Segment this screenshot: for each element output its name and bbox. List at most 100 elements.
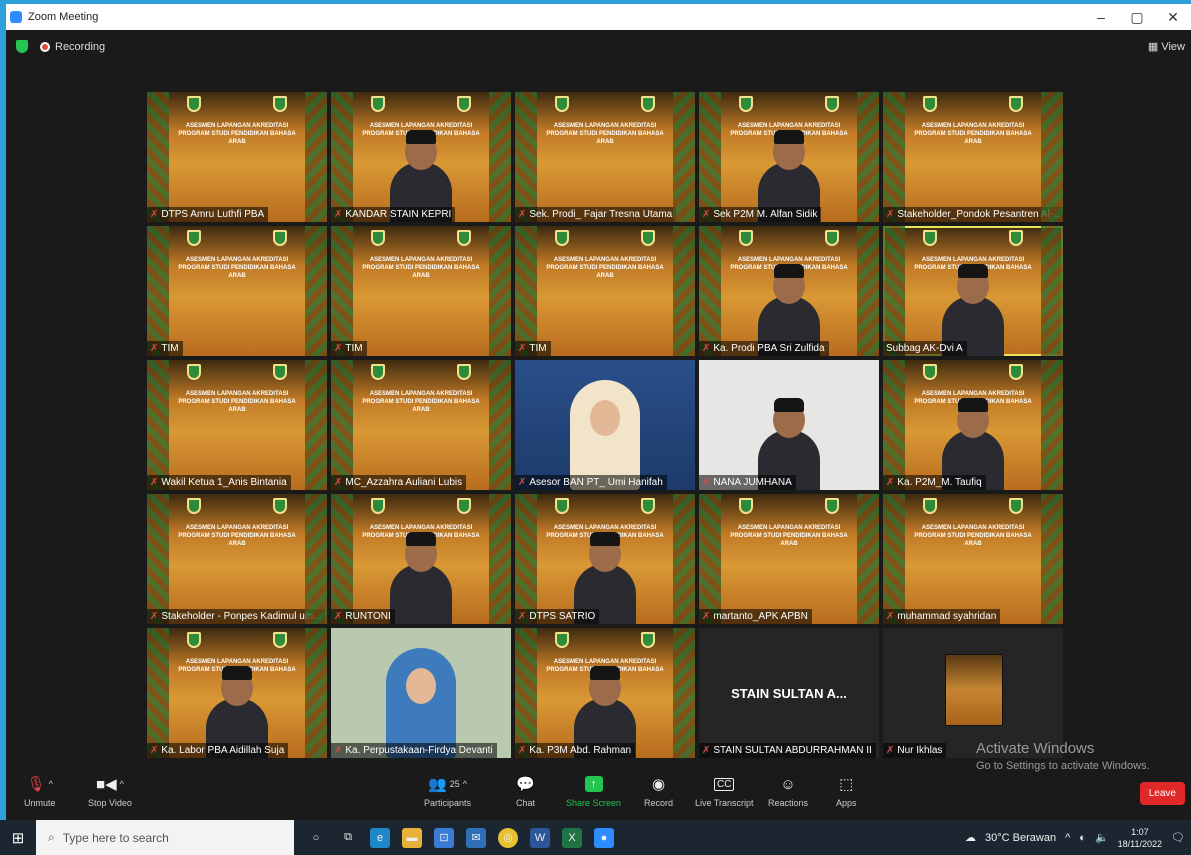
banner-logos	[371, 230, 471, 246]
mic-muted-icon: ✗	[150, 209, 159, 220]
participant-tile[interactable]: ASESMEN LAPANGAN AKREDITASI PROGRAM STUD…	[883, 226, 1063, 356]
live-transcript-button[interactable]: CC Live Transcript	[695, 774, 754, 808]
title-bar: Zoom Meeting – ▢ ✕	[6, 4, 1191, 30]
participant-tile[interactable]: ASESMEN LAPANGAN AKREDITASI PROGRAM STUD…	[883, 360, 1063, 490]
participant-tile[interactable]: ASESMEN LAPANGAN AKREDITASI PROGRAM STUD…	[883, 92, 1063, 222]
participant-label: ✗ TIM	[515, 341, 551, 356]
record-dot-icon	[40, 41, 50, 52]
file-explorer-icon[interactable]: ▬	[402, 827, 422, 848]
participant-name: RUNTONI	[345, 611, 391, 622]
windows-start-icon[interactable]: ⊞	[0, 829, 36, 847]
share-screen-icon: ↑	[584, 776, 603, 792]
window-controls: – ▢ ✕	[1083, 9, 1191, 26]
participant-label: Subbag AK-Dvi A	[883, 341, 967, 356]
institution-logo-icon	[825, 498, 839, 514]
participant-tile[interactable]: ASESMEN LAPANGAN AKREDITASI PROGRAM STUD…	[515, 494, 695, 624]
participant-tile[interactable]: ASESMEN LAPANGAN AKREDITASI PROGRAM STUD…	[883, 494, 1063, 624]
watermark-title: Activate Windows	[976, 740, 1095, 757]
video-grid: ASESMEN LAPANGAN AKREDITASI PROGRAM STUD…	[147, 92, 1063, 758]
excel-icon[interactable]: X	[562, 827, 582, 848]
participant-tile[interactable]: ✗ Ka. Perpustakaan-Firdya Devanti	[331, 628, 511, 758]
reactions-button[interactable]: ☺ Reactions	[768, 774, 809, 809]
participant-tile[interactable]: ASESMEN LAPANGAN AKREDITASI PROGRAM STUD…	[331, 360, 511, 490]
chevron-up-icon[interactable]: ^	[49, 779, 53, 789]
participant-tile[interactable]: ASESMEN LAPANGAN AKREDITASI PROGRAM STUD…	[699, 494, 879, 624]
participant-tile[interactable]: ASESMEN LAPANGAN AKREDITASI PROGRAM STUD…	[147, 360, 327, 490]
mic-muted-icon: ✗	[702, 477, 711, 488]
closed-captions-icon: CC	[714, 777, 735, 791]
banner-text: ASESMEN LAPANGAN AKREDITASI PROGRAM STUD…	[178, 123, 296, 145]
edge-icon[interactable]: e	[370, 827, 390, 848]
unmute-button[interactable]: 🎙 ^ Unmute	[24, 774, 56, 808]
participant-tile[interactable]: ASESMEN LAPANGAN AKREDITASI PROGRAM STUD…	[147, 494, 327, 624]
mic-muted-icon: ✗	[150, 611, 159, 622]
participant-tile[interactable]: ASESMEN LAPANGAN AKREDITASI PROGRAM STUD…	[699, 92, 879, 222]
zoom-taskbar-icon[interactable]: ●	[594, 827, 614, 848]
participant-tile[interactable]: ASESMEN LAPANGAN AKREDITASI PROGRAM STUD…	[515, 628, 695, 758]
participant-tile[interactable]: ASESMEN LAPANGAN AKREDITASI PROGRAM STUD…	[515, 92, 695, 222]
institution-logo-icon	[641, 96, 655, 112]
record-button[interactable]: ◉ Record	[644, 774, 673, 808]
mic-muted-icon: ✗	[334, 477, 343, 488]
chevron-up-icon[interactable]: ^	[463, 779, 467, 789]
institution-logo-icon	[825, 96, 839, 112]
chevron-up-icon[interactable]: ^	[120, 779, 124, 789]
shield-icon[interactable]	[16, 40, 28, 53]
participant-tile[interactable]: ASESMEN LAPANGAN AKREDITASI PROGRAM STUD…	[699, 226, 879, 356]
institution-logo-icon	[371, 230, 385, 246]
participant-tile[interactable]: ASESMEN LAPANGAN AKREDITASI PROGRAM STUD…	[331, 92, 511, 222]
word-icon[interactable]: W	[530, 827, 550, 848]
task-view-icon[interactable]: ⧉	[338, 828, 358, 848]
reactions-label: Reactions	[768, 798, 809, 808]
chrome-icon[interactable]: ◎	[498, 827, 518, 848]
participant-label: ✗ Ka. Perpustakaan-Firdya Devanti	[331, 743, 497, 758]
participant-name: muhammad syahridan	[897, 611, 997, 622]
mail-icon[interactable]: ✉	[466, 827, 486, 848]
taskbar-search[interactable]: ⌕ Type here to search	[36, 820, 294, 855]
participant-tile[interactable]: STAIN SULTAN A... ✗ STAIN SULTAN ABDURRAHM…	[699, 628, 879, 758]
institution-logo-icon	[371, 498, 385, 514]
maximize-button[interactable]: ▢	[1119, 9, 1155, 26]
view-button[interactable]: ▦ View	[1148, 40, 1185, 53]
recording-indicator[interactable]: Recording	[40, 41, 105, 53]
participant-tile[interactable]: ASESMEN LAPANGAN AKREDITASI PROGRAM STUD…	[147, 628, 327, 758]
volume-icon[interactable]: 🔈	[1095, 831, 1109, 844]
apps-button[interactable]: ⬚ Apps	[836, 774, 857, 808]
participant-tile[interactable]: ✗ NANA JUMHANA	[699, 360, 879, 490]
cloud-icon[interactable]: ☁	[965, 831, 976, 844]
minimize-button[interactable]: –	[1083, 9, 1119, 26]
institution-logo-icon	[457, 364, 471, 380]
clock[interactable]: 1:07 18/11/2022	[1118, 826, 1162, 850]
participant-tile[interactable]: ✗ Asesor BAN PT_ Umi Hanifah	[515, 360, 695, 490]
notification-icon[interactable]: 🗨	[1171, 831, 1185, 844]
participant-label: ✗ RUNTONI	[331, 609, 395, 624]
participant-tile[interactable]: ASESMEN LAPANGAN AKREDITASI PROGRAM STUD…	[515, 226, 695, 356]
weather-text[interactable]: 30°C Berawan	[985, 832, 1056, 844]
network-icon[interactable]: ◐	[1079, 832, 1086, 844]
participant-tile[interactable]: ASESMEN LAPANGAN AKREDITASI PROGRAM STUD…	[147, 226, 327, 356]
mic-muted-icon: ✗	[886, 611, 895, 622]
participants-button[interactable]: 👥 25 ^ Participants	[424, 774, 471, 808]
share-screen-button[interactable]: ↑ Share Screen	[566, 774, 621, 808]
participant-tile[interactable]: ASESMEN LAPANGAN AKREDITASI PROGRAM STUD…	[331, 494, 511, 624]
banner-text: ASESMEN LAPANGAN AKREDITASI PROGRAM STUD…	[362, 257, 480, 279]
tray-chevron-icon[interactable]: ^	[1065, 832, 1070, 844]
participant-name: Subbag AK-Dvi A	[886, 343, 963, 354]
participant-name: Stakeholder - Ponpes Kadimul um...	[161, 611, 322, 622]
banner-logos	[555, 230, 655, 246]
chat-button[interactable]: 💬 Chat	[516, 774, 535, 808]
participant-display-name: STAIN SULTAN A...	[731, 685, 847, 701]
participant-tile[interactable]: ✗ Nur Ikhlas	[883, 628, 1063, 758]
participant-name: TIM	[161, 343, 179, 354]
participant-tile[interactable]: ASESMEN LAPANGAN AKREDITASI PROGRAM STUD…	[331, 226, 511, 356]
mic-muted-icon: 🎙	[26, 776, 46, 793]
participant-tile[interactable]: ASESMEN LAPANGAN AKREDITASI PROGRAM STUD…	[147, 92, 327, 222]
stop-video-button[interactable]: ■◀ ^ Stop Video	[88, 774, 132, 808]
institution-logo-icon	[923, 364, 937, 380]
close-button[interactable]: ✕	[1155, 9, 1191, 26]
store-icon[interactable]: ⊡	[434, 827, 454, 848]
leave-button[interactable]: Leave	[1139, 782, 1185, 805]
participant-video	[386, 648, 456, 758]
participant-name: Ka. P2M_M. Taufiq	[897, 477, 982, 488]
cortana-icon[interactable]: ○	[306, 828, 326, 848]
